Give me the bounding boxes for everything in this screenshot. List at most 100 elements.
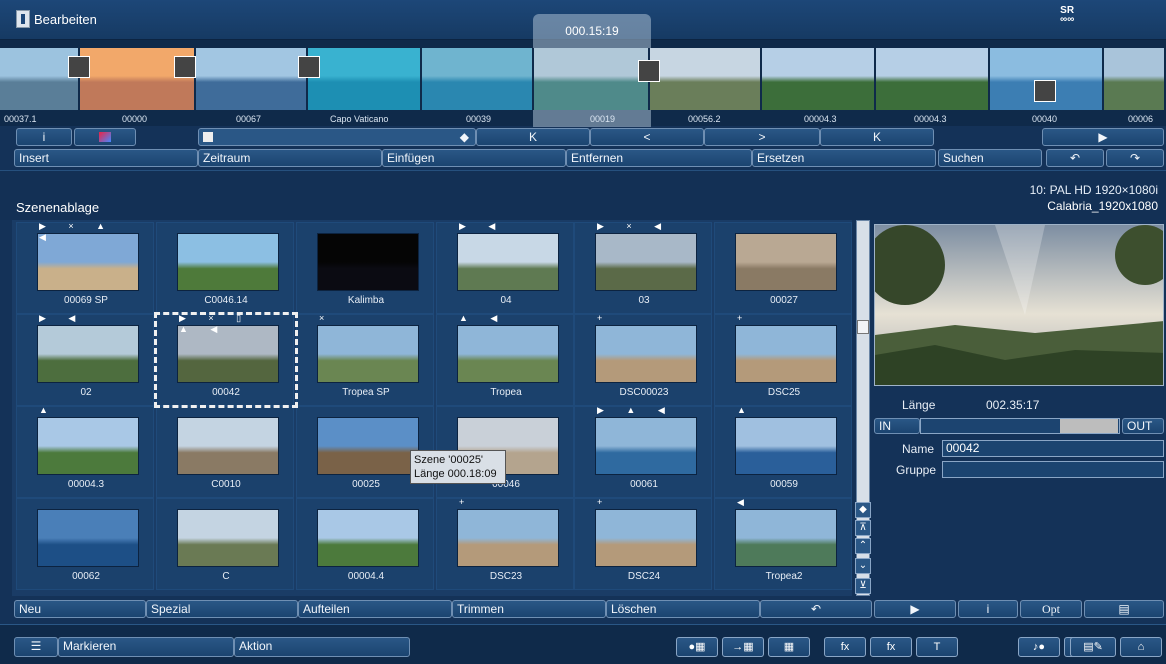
scene-item[interactable]: ▲ 00004.3	[16, 405, 154, 498]
group-field[interactable]	[942, 461, 1164, 478]
insert-button[interactable]: Insert	[14, 149, 198, 167]
title-icon[interactable]: T	[916, 637, 958, 657]
preview-play-button[interactable]: ▶	[874, 600, 956, 618]
restore-button[interactable]: ↶	[760, 600, 872, 618]
split-button[interactable]: Aufteilen	[298, 600, 452, 618]
go-last-button[interactable]: K	[820, 128, 934, 146]
scrollbar-thumb[interactable]	[857, 320, 869, 334]
info-button[interactable]: i	[16, 128, 72, 146]
scene-item[interactable]: C	[156, 498, 294, 590]
options-button[interactable]: Opt	[1020, 600, 1082, 618]
filmstrip-clip[interactable]	[534, 48, 650, 110]
scene-label: Tropea SP	[342, 387, 390, 398]
move-scene-icon[interactable]: →▦	[722, 637, 764, 657]
entfernen-button[interactable]: Entfernen	[566, 149, 752, 167]
filmstrip-clip[interactable]	[1104, 48, 1166, 110]
scene-markers: ▶ × ◀	[597, 221, 672, 231]
scene-thumbnail	[595, 509, 697, 567]
scene-label: C0046.14	[204, 295, 248, 306]
restore-icon: ↶	[810, 602, 822, 616]
scene-item[interactable]: Kalimba	[296, 222, 434, 314]
transition-icon[interactable]	[68, 56, 90, 78]
filmstrip-clip[interactable]	[308, 48, 422, 110]
scene-item[interactable]: ▶ × ▲ ◀ 00069 SP	[16, 221, 154, 314]
filmstrip-clip-label: 00037.1	[4, 114, 37, 124]
scene-item[interactable]: 00004.4	[296, 498, 434, 590]
transition-icon[interactable]	[174, 56, 196, 78]
mark-button[interactable]: Markieren	[58, 637, 234, 657]
scroll-top-button[interactable]: ⊼	[855, 520, 871, 536]
scene-item[interactable]: 00027	[714, 222, 852, 314]
trim-button[interactable]: Trimmen	[452, 600, 606, 618]
action-button[interactable]: Aktion	[234, 637, 410, 657]
scene-markers: +	[459, 497, 475, 507]
in-point-button[interactable]: IN	[874, 418, 920, 434]
scene-item[interactable]: + DSC00023	[574, 313, 712, 406]
filmstrip-clip[interactable]	[762, 48, 876, 110]
scene-item[interactable]: + DSC23	[436, 497, 574, 590]
scene-header	[0, 170, 1166, 220]
scene-item[interactable]: ◀ Tropea2	[714, 497, 852, 590]
effect-icon	[99, 132, 111, 142]
einfuegen-button[interactable]: Einfügen	[382, 149, 566, 167]
scene-info-button[interactable]: i	[958, 600, 1018, 618]
ersetzen-button[interactable]: Ersetzen	[752, 149, 936, 167]
filmstrip-clip[interactable]	[876, 48, 990, 110]
filmstrip-clip[interactable]	[196, 48, 308, 110]
transition-icon[interactable]	[298, 56, 320, 78]
effect-button[interactable]	[74, 128, 136, 146]
scene-item[interactable]: ▶ × ◀ 03	[574, 221, 712, 314]
go-prev-button[interactable]: <	[590, 128, 704, 146]
audio-record-icon[interactable]: ♪●	[1018, 637, 1060, 657]
print-button[interactable]: ▤	[1084, 600, 1164, 618]
go-first-button[interactable]: K	[476, 128, 590, 146]
grid-icon[interactable]: ▦	[768, 637, 810, 657]
fx2-icon[interactable]: fx	[870, 637, 912, 657]
scene-item[interactable]: 00062	[16, 498, 154, 590]
scene-item[interactable]: ▲ ◀ Tropea	[436, 313, 574, 406]
scene-thumbnail	[37, 509, 139, 567]
play-button[interactable]: ▶	[1042, 128, 1164, 146]
filmstrip-clip-label: 00039	[466, 114, 492, 124]
redo-button[interactable]: ↷	[1106, 149, 1164, 167]
special-button[interactable]: Spezial	[146, 600, 298, 618]
fx-icon[interactable]: fx	[824, 637, 866, 657]
scene-item[interactable]: ▶ ◀ 02	[16, 313, 154, 406]
scene-thumbnail	[595, 233, 697, 291]
mark-scene-icon[interactable]: ●▦	[676, 637, 718, 657]
scroll-up-button[interactable]: ⌃	[855, 538, 871, 554]
home-icon[interactable]: ⌂	[1120, 637, 1162, 657]
scene-item[interactable]: + DSC24	[574, 497, 712, 590]
undo-button[interactable]: ↶	[1046, 149, 1104, 167]
scroll-marker-button[interactable]: ◆	[855, 502, 871, 518]
delete-button[interactable]: Löschen	[606, 600, 760, 618]
filmstrip-clip[interactable]	[422, 48, 534, 110]
scene-item[interactable]: + DSC25	[714, 313, 852, 406]
scene-name-field[interactable]: 00042	[942, 440, 1164, 457]
scene-item[interactable]: ▲ 00059	[714, 405, 852, 498]
scroll-thumb[interactable]	[203, 132, 213, 142]
scene-item[interactable]: C0010	[156, 406, 294, 498]
length-value: 002.35:17	[986, 398, 1040, 412]
timeline-position: 000.15:19	[565, 24, 619, 38]
scroll-down-button[interactable]: ⌄	[855, 558, 871, 574]
suchen-button[interactable]: Suchen	[938, 149, 1042, 167]
edit-list-icon[interactable]: ▤✎	[1070, 637, 1116, 657]
scene-thumbnail	[457, 325, 559, 383]
new-button[interactable]: Neu	[14, 600, 146, 618]
timeline-scrollbar[interactable]: ◆	[198, 128, 476, 146]
zeitraum-button[interactable]: Zeitraum	[198, 149, 382, 167]
scene-item[interactable]: ▶ ▲ ◀ 00061	[574, 405, 712, 498]
scene-item[interactable]: × Tropea SP	[296, 313, 434, 406]
filmstrip-clip-label: 00004.3	[914, 114, 947, 124]
menu-button[interactable]: ☰	[14, 637, 58, 657]
filmstrip-clip[interactable]	[650, 48, 762, 110]
scene-item[interactable]: ▶ ◀ 04	[436, 221, 574, 314]
out-point-button[interactable]: OUT	[1122, 418, 1164, 434]
transition-icon[interactable]	[638, 60, 660, 82]
scroll-bottom-button[interactable]: ⊻	[855, 578, 871, 594]
transition-icon[interactable]	[1034, 80, 1056, 102]
go-next-button[interactable]: >	[704, 128, 820, 146]
scene-thumbnail	[317, 233, 419, 291]
scene-item[interactable]: C0046.14	[156, 222, 294, 314]
